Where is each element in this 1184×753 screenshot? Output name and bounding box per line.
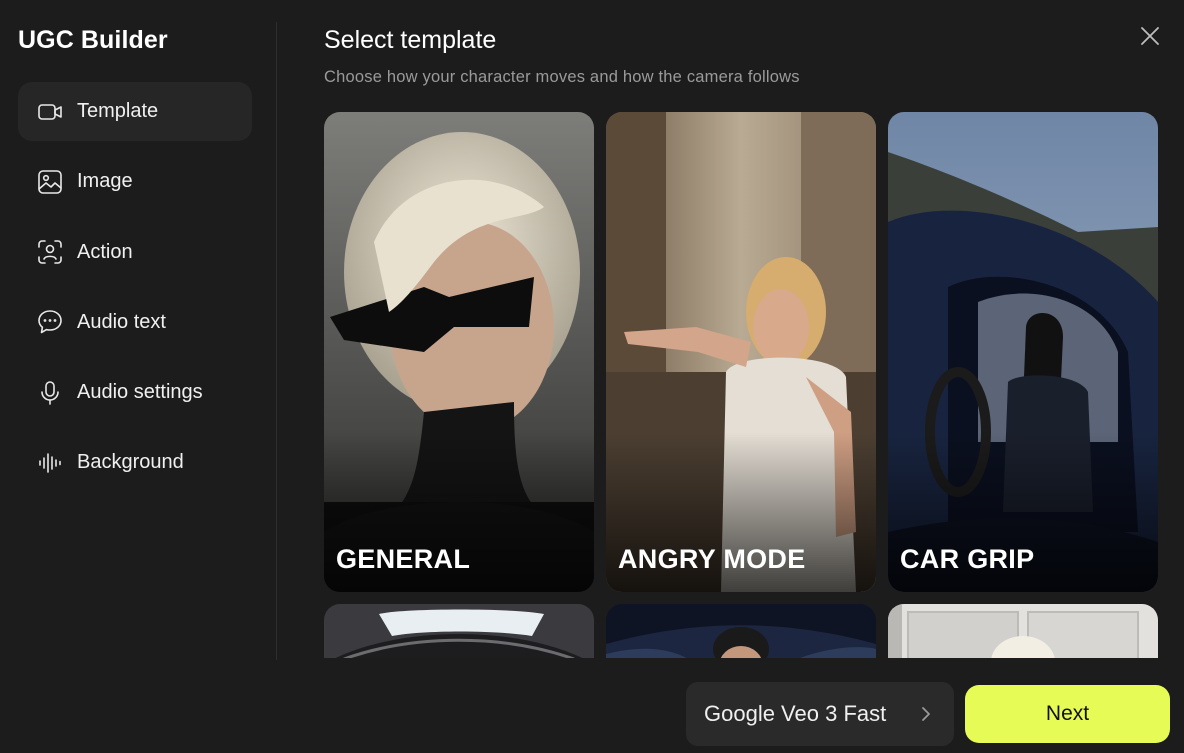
- face-scan-icon: [36, 238, 64, 266]
- template-label: GENERAL: [336, 544, 471, 574]
- sidebar-item-action[interactable]: Action: [18, 223, 252, 282]
- sidebar-item-audio-settings[interactable]: Audio settings: [18, 363, 252, 422]
- image-icon: [36, 168, 64, 196]
- page-subtitle: Choose how your character moves and how …: [324, 68, 800, 86]
- close-icon: [1141, 27, 1159, 45]
- template-thumbnail: [606, 604, 876, 658]
- template-card[interactable]: [606, 604, 876, 658]
- model-label: Google Veo 3 Fast: [704, 701, 887, 726]
- template-card[interactable]: [324, 604, 594, 658]
- sidebar: UGC Builder Template Image Action Audio …: [0, 0, 276, 660]
- chevron-right-icon: [920, 704, 932, 724]
- sidebar-item-label: Template: [77, 100, 159, 122]
- next-label: Next: [1045, 702, 1090, 725]
- sidebar-nav: Template Image Action Audio text Audio s…: [18, 82, 252, 504]
- sidebar-item-label: Image: [77, 170, 133, 193]
- model-selector-button[interactable]: Google Veo 3 Fast: [686, 682, 954, 746]
- sidebar-item-label: Action: [77, 240, 133, 263]
- microphone-icon: [36, 379, 64, 407]
- sidebar-item-label: Audio settings: [77, 381, 203, 404]
- template-label: CAR GRIP: [900, 544, 1035, 574]
- sidebar-item-label: Background: [77, 451, 184, 474]
- next-button[interactable]: Next: [965, 685, 1170, 743]
- sidebar-divider: [276, 22, 277, 660]
- close-button[interactable]: [1138, 24, 1162, 48]
- template-thumbnail: [888, 604, 1158, 658]
- template-card[interactable]: [888, 604, 1158, 658]
- template-grid[interactable]: GENERAL ANGRY MODE CAR GRIP: [324, 112, 1160, 658]
- sidebar-item-image[interactable]: Image: [18, 152, 252, 211]
- waveform-icon: [36, 449, 64, 477]
- app-title: UGC Builder: [18, 26, 168, 54]
- chat-bubble-icon: [36, 308, 64, 336]
- sidebar-item-audio-text[interactable]: Audio text: [18, 293, 252, 352]
- template-card-general[interactable]: GENERAL: [324, 112, 594, 592]
- sidebar-item-background[interactable]: Background: [18, 433, 252, 492]
- template-card-car-grip[interactable]: CAR GRIP: [888, 112, 1158, 592]
- page-title: Select template: [324, 26, 497, 54]
- template-thumbnail: [324, 604, 594, 658]
- video-icon: [36, 98, 64, 126]
- template-card-angry-mode[interactable]: ANGRY MODE: [606, 112, 876, 592]
- template-label: ANGRY MODE: [618, 544, 806, 574]
- sidebar-item-label: Audio text: [77, 310, 166, 333]
- sidebar-item-template[interactable]: Template: [18, 82, 252, 141]
